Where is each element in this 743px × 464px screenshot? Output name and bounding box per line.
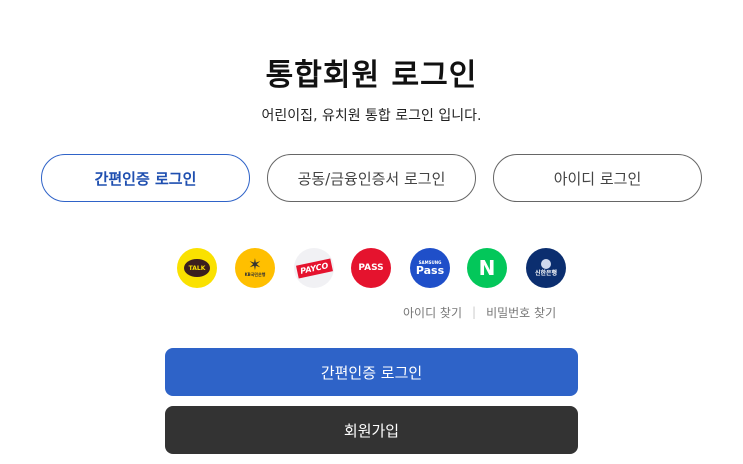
samsung-pass-icon[interactable]: SAMSUNG Pass xyxy=(410,248,450,288)
join-button[interactable]: 회원가입 xyxy=(165,406,578,454)
tab-simple-auth[interactable]: 간편인증 로그인 xyxy=(41,154,250,202)
page-subtitle: 어린이집, 유치원 통합 로그인 입니다. xyxy=(261,108,482,124)
kb-star-icon: ✶ xyxy=(248,255,262,274)
login-method-tabs: 간편인증 로그인 공동/금융인증서 로그인 아이디 로그인 xyxy=(0,154,743,204)
pass-icon[interactable]: PASS xyxy=(351,248,391,288)
payco-label: PAYCO xyxy=(295,258,333,278)
find-account-links: 아이디 찾기 | 비밀번호 찾기 xyxy=(403,303,556,321)
payco-icon[interactable]: PAYCO xyxy=(294,248,334,288)
tab-id-login[interactable]: 아이디 로그인 xyxy=(493,154,702,202)
login-button[interactable]: 간편인증 로그인 xyxy=(165,348,578,396)
kb-bank-icon[interactable]: ✶ KB국민은행 xyxy=(235,248,275,288)
naver-label: N xyxy=(478,256,496,280)
page-title: 통합회원 로그인 xyxy=(265,58,478,93)
shinhan-bank-icon[interactable]: 신한은행 xyxy=(526,248,566,288)
kakao-talk-label: TALK xyxy=(184,259,210,277)
find-id-link[interactable]: 아이디 찾기 xyxy=(403,304,462,321)
auth-provider-list: TALK ✶ KB국민은행 PAYCO PASS SAMSUNG Pass N … xyxy=(0,248,743,292)
shinhan-logo-icon xyxy=(541,259,551,269)
pass-label: PASS xyxy=(358,263,384,273)
shinhan-label: 신한은행 xyxy=(534,270,558,277)
samsung-pass-label: Pass xyxy=(415,263,445,277)
kakao-icon[interactable]: TALK xyxy=(177,248,217,288)
link-divider: | xyxy=(472,305,477,319)
tab-certificate[interactable]: 공동/금융인증서 로그인 xyxy=(267,154,476,202)
find-password-link[interactable]: 비밀번호 찾기 xyxy=(486,304,556,321)
kb-label: KB국민은행 xyxy=(244,272,266,277)
naver-icon[interactable]: N xyxy=(467,248,507,288)
